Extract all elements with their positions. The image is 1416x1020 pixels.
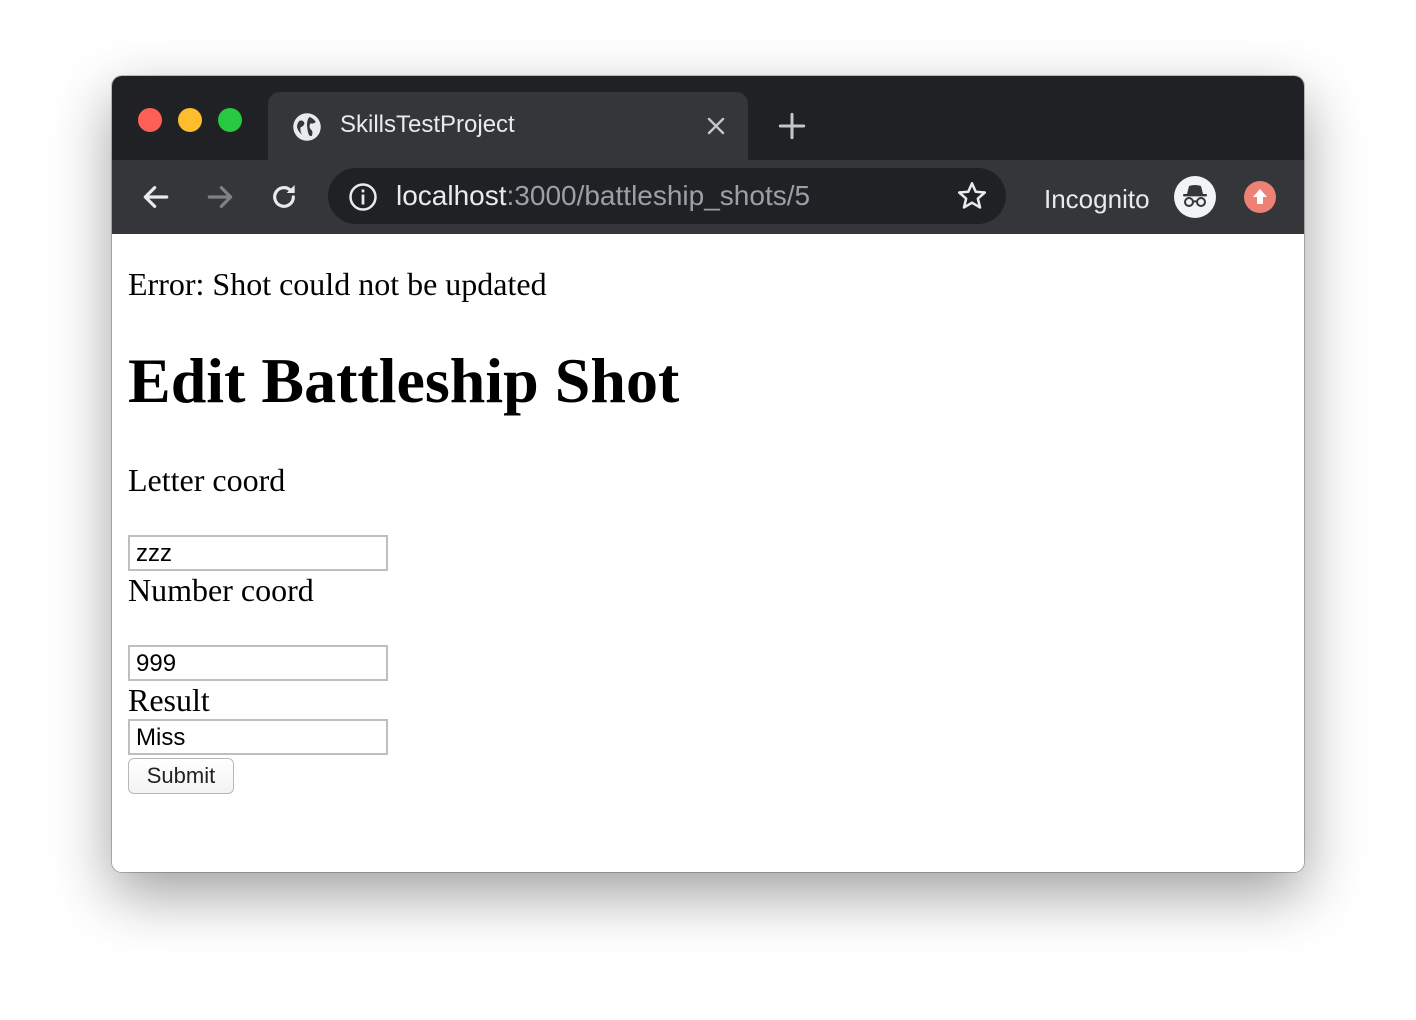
browser-tab[interactable]: SkillsTestProject (268, 92, 748, 160)
browser-toolbar: localhost:3000/battleship_shots/5 Incogn… (112, 160, 1304, 234)
result-input[interactable] (128, 719, 388, 755)
arrow-right-icon[interactable] (204, 181, 236, 213)
result-label: Result (128, 682, 210, 718)
update-arrow-glyph (1253, 189, 1267, 204)
arrow-up-icon[interactable] (1244, 181, 1276, 213)
number-coord-input[interactable] (128, 645, 388, 681)
star-icon[interactable] (956, 180, 988, 212)
reload-icon[interactable] (268, 181, 300, 213)
arrow-left-icon[interactable] (140, 181, 172, 213)
plus-icon[interactable] (778, 112, 806, 140)
incognito-glyph (1183, 185, 1207, 207)
page-content: Error: Shot could not be updated Edit Ba… (112, 234, 1304, 872)
close-window-button[interactable] (138, 108, 162, 132)
browser-window: SkillsTestProject localhost:3000/battles… (112, 76, 1304, 872)
submit-button[interactable]: Submit (128, 758, 234, 794)
letter-coord-label: Letter coord (128, 462, 286, 498)
number-coord-label: Number coord (128, 572, 314, 608)
close-icon[interactable] (704, 114, 728, 138)
tab-title: SkillsTestProject (340, 111, 515, 138)
globe-icon (293, 113, 321, 141)
letter-coord-input[interactable] (128, 535, 388, 571)
maximize-window-button[interactable] (218, 108, 242, 132)
title-bar: SkillsTestProject (112, 76, 1304, 160)
page-title: Edit Battleship Shot (128, 345, 680, 416)
info-icon[interactable] (348, 182, 378, 212)
incognito-icon[interactable] (1174, 176, 1216, 218)
url-text[interactable]: localhost:3000/battleship_shots/5 (396, 180, 810, 212)
address-bar[interactable]: localhost:3000/battleship_shots/5 (328, 168, 1006, 224)
error-message: Error: Shot could not be updated (128, 266, 547, 302)
profile-label[interactable]: Incognito (1044, 184, 1150, 215)
minimize-window-button[interactable] (178, 108, 202, 132)
